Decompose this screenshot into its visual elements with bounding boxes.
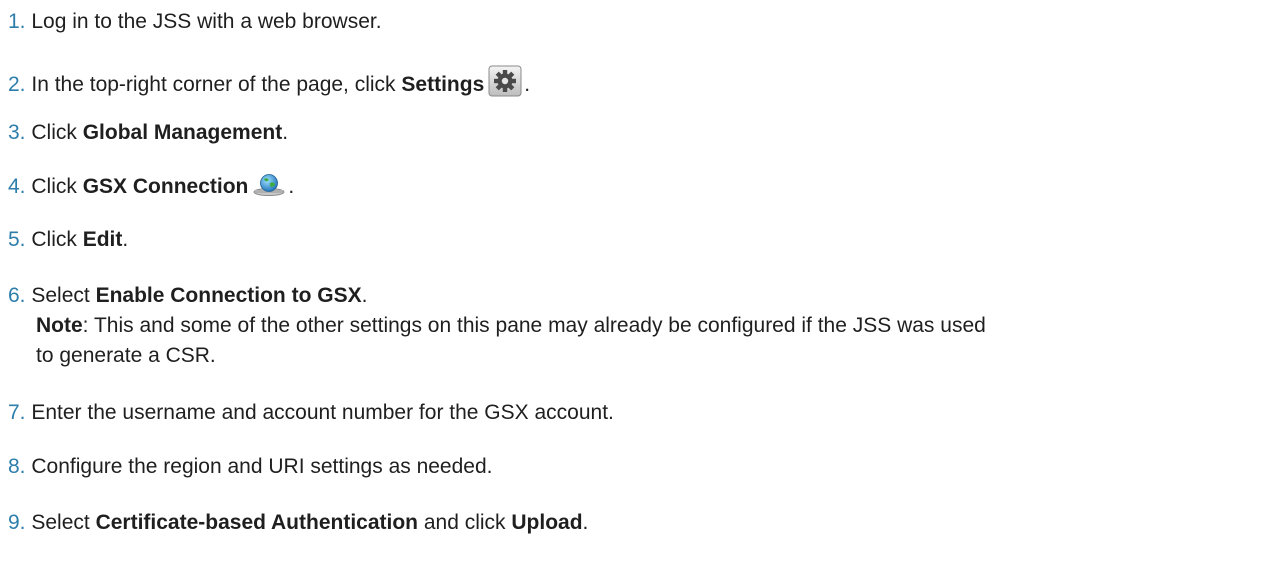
note-text-continued: to generate a CSR. [36, 344, 216, 367]
step-number: 4. [8, 175, 26, 198]
note-text: : This and some of the other settings on… [82, 314, 986, 337]
step-9: 9. Select Certificate-based Authenticati… [8, 511, 589, 534]
gear-icon [488, 65, 522, 97]
step-4: 4. Click GSX Connection . [8, 173, 295, 198]
step-number: 9. [8, 511, 26, 534]
step-6: 6. Select Enable Connection to GSX. [8, 284, 368, 307]
step-2: 2. In the top-right corner of the page, … [8, 65, 530, 100]
certificate-auth-label: Certificate-based Authentication [95, 511, 418, 534]
gsx-connection-label: GSX Connection [82, 175, 249, 198]
edit-label: Edit [82, 228, 123, 251]
step-1: 1. Log in to the JSS with a web browser. [8, 7, 382, 37]
step-7: 7. Enter the username and account number… [8, 398, 614, 428]
step-number: 1. [8, 10, 26, 33]
note-label: Note [36, 314, 83, 337]
step-6-note-continued: to generate a CSR. [36, 341, 216, 371]
step-text: Enter the username and account number fo… [31, 401, 614, 424]
enable-connection-label: Enable Connection to GSX [95, 284, 362, 307]
step-number: 7. [8, 401, 26, 424]
step-text: Log in to the JSS with a web browser. [31, 10, 382, 33]
step-5: 5. Click Edit. [8, 228, 129, 251]
globe-wrench-icon [252, 173, 286, 197]
step-8: 8. Configure the region and URI settings… [8, 452, 493, 482]
step-number: 3. [8, 121, 26, 144]
upload-label: Upload [511, 511, 583, 534]
step-text: Configure the region and URI settings as… [31, 455, 493, 478]
step-number: 8. [8, 455, 26, 478]
step-number: 2. [8, 73, 26, 96]
step-6-note: Note: This and some of the other setting… [36, 311, 986, 341]
step-text: In the top-right corner of the page, cli… [31, 73, 402, 96]
global-management-label: Global Management [82, 121, 283, 144]
step-number: 6. [8, 284, 26, 307]
settings-label: Settings [401, 73, 485, 96]
step-number: 5. [8, 228, 26, 251]
step-3: 3. Click Global Management. [8, 121, 289, 144]
